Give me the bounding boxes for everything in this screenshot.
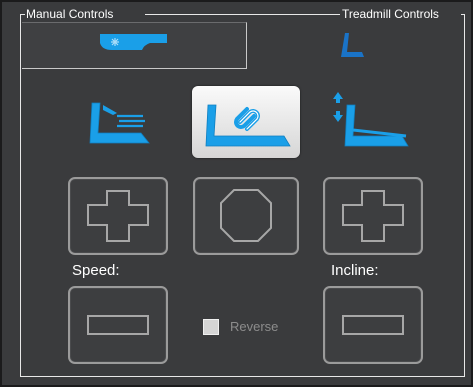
incline-increase-button[interactable] bbox=[323, 177, 423, 255]
stop-button[interactable] bbox=[193, 177, 299, 255]
reverse-label: Reverse bbox=[230, 319, 279, 334]
tab-treadmill-controls[interactable] bbox=[248, 22, 458, 69]
treadmill-fan-icon bbox=[100, 34, 167, 50]
mode-speed-button[interactable] bbox=[85, 86, 193, 158]
group-frame-top-left bbox=[20, 14, 25, 15]
mode-incline-button[interactable] bbox=[328, 86, 436, 158]
minus-icon bbox=[87, 315, 149, 335]
treadmill-speed-icon bbox=[89, 102, 150, 144]
group-frame-bottom bbox=[20, 376, 465, 377]
group-frame-right bbox=[464, 14, 465, 377]
group-frame-left bbox=[20, 14, 21, 377]
treadmill-side-icon bbox=[341, 33, 364, 57]
mode-link-button[interactable] bbox=[192, 86, 300, 158]
speed-increase-button[interactable] bbox=[68, 177, 168, 255]
stop-octagon-icon bbox=[220, 189, 272, 242]
treadmill-link-icon bbox=[205, 104, 291, 147]
manual-controls-label: Manual Controls bbox=[26, 7, 114, 21]
treadmill-controls-label: Treadmill Controls bbox=[342, 7, 439, 21]
speed-decrease-button[interactable] bbox=[68, 286, 168, 364]
treadmill-control-panel: Manual Controls Treadmill Controls Speed… bbox=[0, 0, 473, 387]
incline-label: Incline: bbox=[331, 262, 379, 279]
treadmill-incline-icon bbox=[333, 92, 409, 147]
reverse-checkbox-box[interactable] bbox=[203, 319, 219, 335]
minus-icon bbox=[342, 315, 404, 335]
plus-icon bbox=[342, 190, 404, 242]
group-frame-top-right bbox=[461, 14, 465, 15]
plus-icon bbox=[87, 190, 149, 242]
tab-manual-controls[interactable] bbox=[22, 22, 247, 69]
incline-decrease-button[interactable] bbox=[323, 286, 423, 364]
speed-label: Speed: bbox=[72, 262, 120, 279]
group-frame-top-middle bbox=[145, 14, 340, 15]
